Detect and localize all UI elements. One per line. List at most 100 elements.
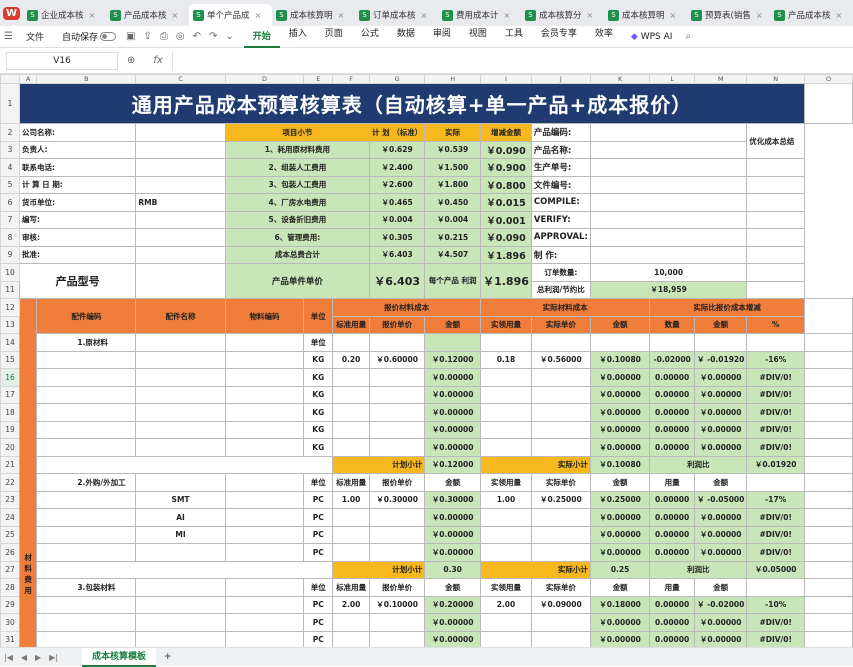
close-icon[interactable]: × bbox=[421, 11, 428, 20]
autosave-toggle[interactable] bbox=[100, 32, 116, 41]
cell[interactable] bbox=[804, 333, 853, 352]
diff-qty[interactable]: 0.00000 bbox=[649, 403, 695, 422]
summary-plan[interactable]: ￥0.465 bbox=[368, 193, 426, 212]
quote-price[interactable]: ￥0.10000 bbox=[368, 595, 426, 614]
save-icon[interactable]: ▣ bbox=[122, 31, 139, 42]
column-header[interactable]: M bbox=[693, 74, 748, 84]
diff-pct[interactable]: #DIV/0! bbox=[746, 385, 805, 404]
diff-qty[interactable]: 用量 bbox=[649, 578, 695, 597]
menu-item[interactable]: 开始 bbox=[243, 26, 280, 48]
cell[interactable] bbox=[804, 595, 853, 614]
quote-amount[interactable]: ￥0.00000 bbox=[424, 630, 482, 647]
actual-price[interactable]: ￥0.56000 bbox=[530, 350, 591, 369]
actual-price[interactable]: ￥0.25000 bbox=[530, 490, 591, 509]
menu-item[interactable]: 效率 bbox=[586, 26, 622, 48]
part-name[interactable] bbox=[135, 368, 226, 387]
add-sheet-icon[interactable]: + bbox=[156, 652, 180, 662]
actual-amount[interactable]: ￥0.00000 bbox=[589, 385, 651, 404]
name-box[interactable]: V16 bbox=[6, 51, 118, 70]
actual-amount[interactable]: ￥0.18000 bbox=[589, 595, 651, 614]
diff-pct[interactable] bbox=[746, 333, 805, 352]
material-code[interactable] bbox=[224, 630, 305, 647]
actual-qty[interactable] bbox=[480, 525, 532, 544]
actual-price[interactable] bbox=[530, 630, 591, 647]
part-name[interactable]: AI bbox=[135, 508, 226, 527]
document-tab[interactable]: S 成本核算分 × bbox=[521, 4, 604, 26]
info-right-value[interactable] bbox=[589, 245, 748, 264]
part-code[interactable] bbox=[36, 595, 137, 614]
row-header[interactable]: 17 bbox=[0, 385, 20, 404]
quote-amount[interactable]: ￥0.00000 bbox=[424, 368, 482, 387]
column-header[interactable]: L bbox=[649, 74, 695, 84]
cell[interactable] bbox=[746, 263, 805, 282]
unit[interactable]: KG bbox=[303, 368, 334, 387]
document-tab[interactable]: S 企业成本核 × bbox=[23, 4, 106, 26]
diff-qty[interactable]: 用量 bbox=[649, 473, 695, 492]
std-qty[interactable]: 0.20 bbox=[332, 350, 370, 369]
quote-price[interactable] bbox=[368, 613, 426, 632]
unit[interactable]: 单位 bbox=[303, 333, 334, 352]
part-code[interactable] bbox=[36, 490, 137, 509]
fx-icon[interactable]: fx bbox=[144, 55, 171, 66]
std-qty[interactable] bbox=[332, 403, 370, 422]
part-code[interactable] bbox=[36, 508, 137, 527]
document-tab[interactable]: S 预算表(销售 × bbox=[687, 4, 770, 26]
material-code[interactable] bbox=[224, 490, 305, 509]
cell[interactable] bbox=[804, 508, 853, 527]
redo-icon[interactable]: ↷ bbox=[205, 31, 221, 42]
column-header[interactable]: J bbox=[530, 74, 591, 84]
quote-amount[interactable]: ￥0.00000 bbox=[424, 420, 482, 439]
row-header[interactable]: 14 bbox=[0, 333, 20, 352]
diff-pct[interactable] bbox=[746, 473, 805, 492]
actual-price[interactable] bbox=[530, 613, 591, 632]
diff-pct[interactable]: -16% bbox=[746, 350, 805, 369]
column-header[interactable]: K bbox=[589, 74, 651, 84]
spreadsheet-grid[interactable]: A B C D E F G H I J K L M N O 1 通用产品成本预算核算表（自动核算+单一产品+成本… bbox=[0, 74, 853, 647]
diff-amount[interactable]: ￥0.00000 bbox=[693, 385, 748, 404]
unit[interactable]: KG bbox=[303, 403, 334, 422]
actual-amount[interactable]: ￥0.00000 bbox=[589, 420, 651, 439]
info-value[interactable] bbox=[135, 210, 226, 229]
quote-amount[interactable]: ￥0.00000 bbox=[424, 525, 482, 544]
material-code[interactable] bbox=[224, 438, 305, 457]
actual-amount[interactable]: ￥0.00000 bbox=[589, 543, 651, 562]
summary-diff[interactable]: ￥0.900 bbox=[480, 158, 532, 177]
document-tab[interactable]: S 单个产品成 × bbox=[189, 4, 272, 26]
std-qty[interactable] bbox=[332, 508, 370, 527]
row-header[interactable]: 15 bbox=[0, 350, 20, 369]
diff-amount[interactable]: ￥ -0.02000 bbox=[693, 595, 748, 614]
menu-item[interactable]: 审阅 bbox=[424, 26, 460, 48]
material-code[interactable] bbox=[224, 595, 305, 614]
actual-price[interactable]: 实际单价 bbox=[530, 578, 591, 597]
sheet-tab-active[interactable]: 成本核算模板 bbox=[82, 647, 157, 667]
quote-amount[interactable]: ￥0.30000 bbox=[424, 490, 482, 509]
info-right-value[interactable] bbox=[589, 158, 748, 177]
row-header[interactable]: 8 bbox=[0, 228, 20, 247]
unit-price[interactable]: ￥6.403 bbox=[368, 263, 426, 299]
row-header[interactable]: 3 bbox=[0, 140, 20, 159]
part-code[interactable] bbox=[36, 543, 137, 562]
material-code[interactable] bbox=[224, 403, 305, 422]
menu-item[interactable]: 插入 bbox=[280, 26, 316, 48]
prev-sheet-icon[interactable]: ◀ bbox=[17, 653, 31, 662]
actual-amount[interactable]: ￥0.00000 bbox=[589, 403, 651, 422]
part-name[interactable] bbox=[135, 630, 226, 647]
unit[interactable]: PC bbox=[303, 508, 334, 527]
actual-amount[interactable]: ￥0.00000 bbox=[589, 368, 651, 387]
actual-amount[interactable]: ￥0.00000 bbox=[589, 438, 651, 457]
quote-amount[interactable]: ￥0.00000 bbox=[424, 543, 482, 562]
plan-subtotal[interactable]: 0.30 bbox=[424, 560, 482, 579]
row-header[interactable]: 6 bbox=[0, 193, 20, 212]
summary-plan[interactable]: ￥0.629 bbox=[368, 140, 426, 159]
material-code[interactable] bbox=[224, 333, 305, 352]
menu-item[interactable]: 数据 bbox=[388, 26, 424, 48]
part-code[interactable] bbox=[36, 438, 137, 457]
actual-price[interactable] bbox=[530, 403, 591, 422]
diff-amount[interactable]: ￥0.00000 bbox=[693, 403, 748, 422]
row-header[interactable]: 20 bbox=[0, 438, 20, 457]
summary-plan[interactable]: ￥6.403 bbox=[368, 245, 426, 264]
std-qty[interactable] bbox=[332, 525, 370, 544]
part-name[interactable] bbox=[135, 473, 226, 492]
std-qty[interactable] bbox=[332, 333, 370, 352]
row-header[interactable]: 13 bbox=[0, 315, 20, 334]
